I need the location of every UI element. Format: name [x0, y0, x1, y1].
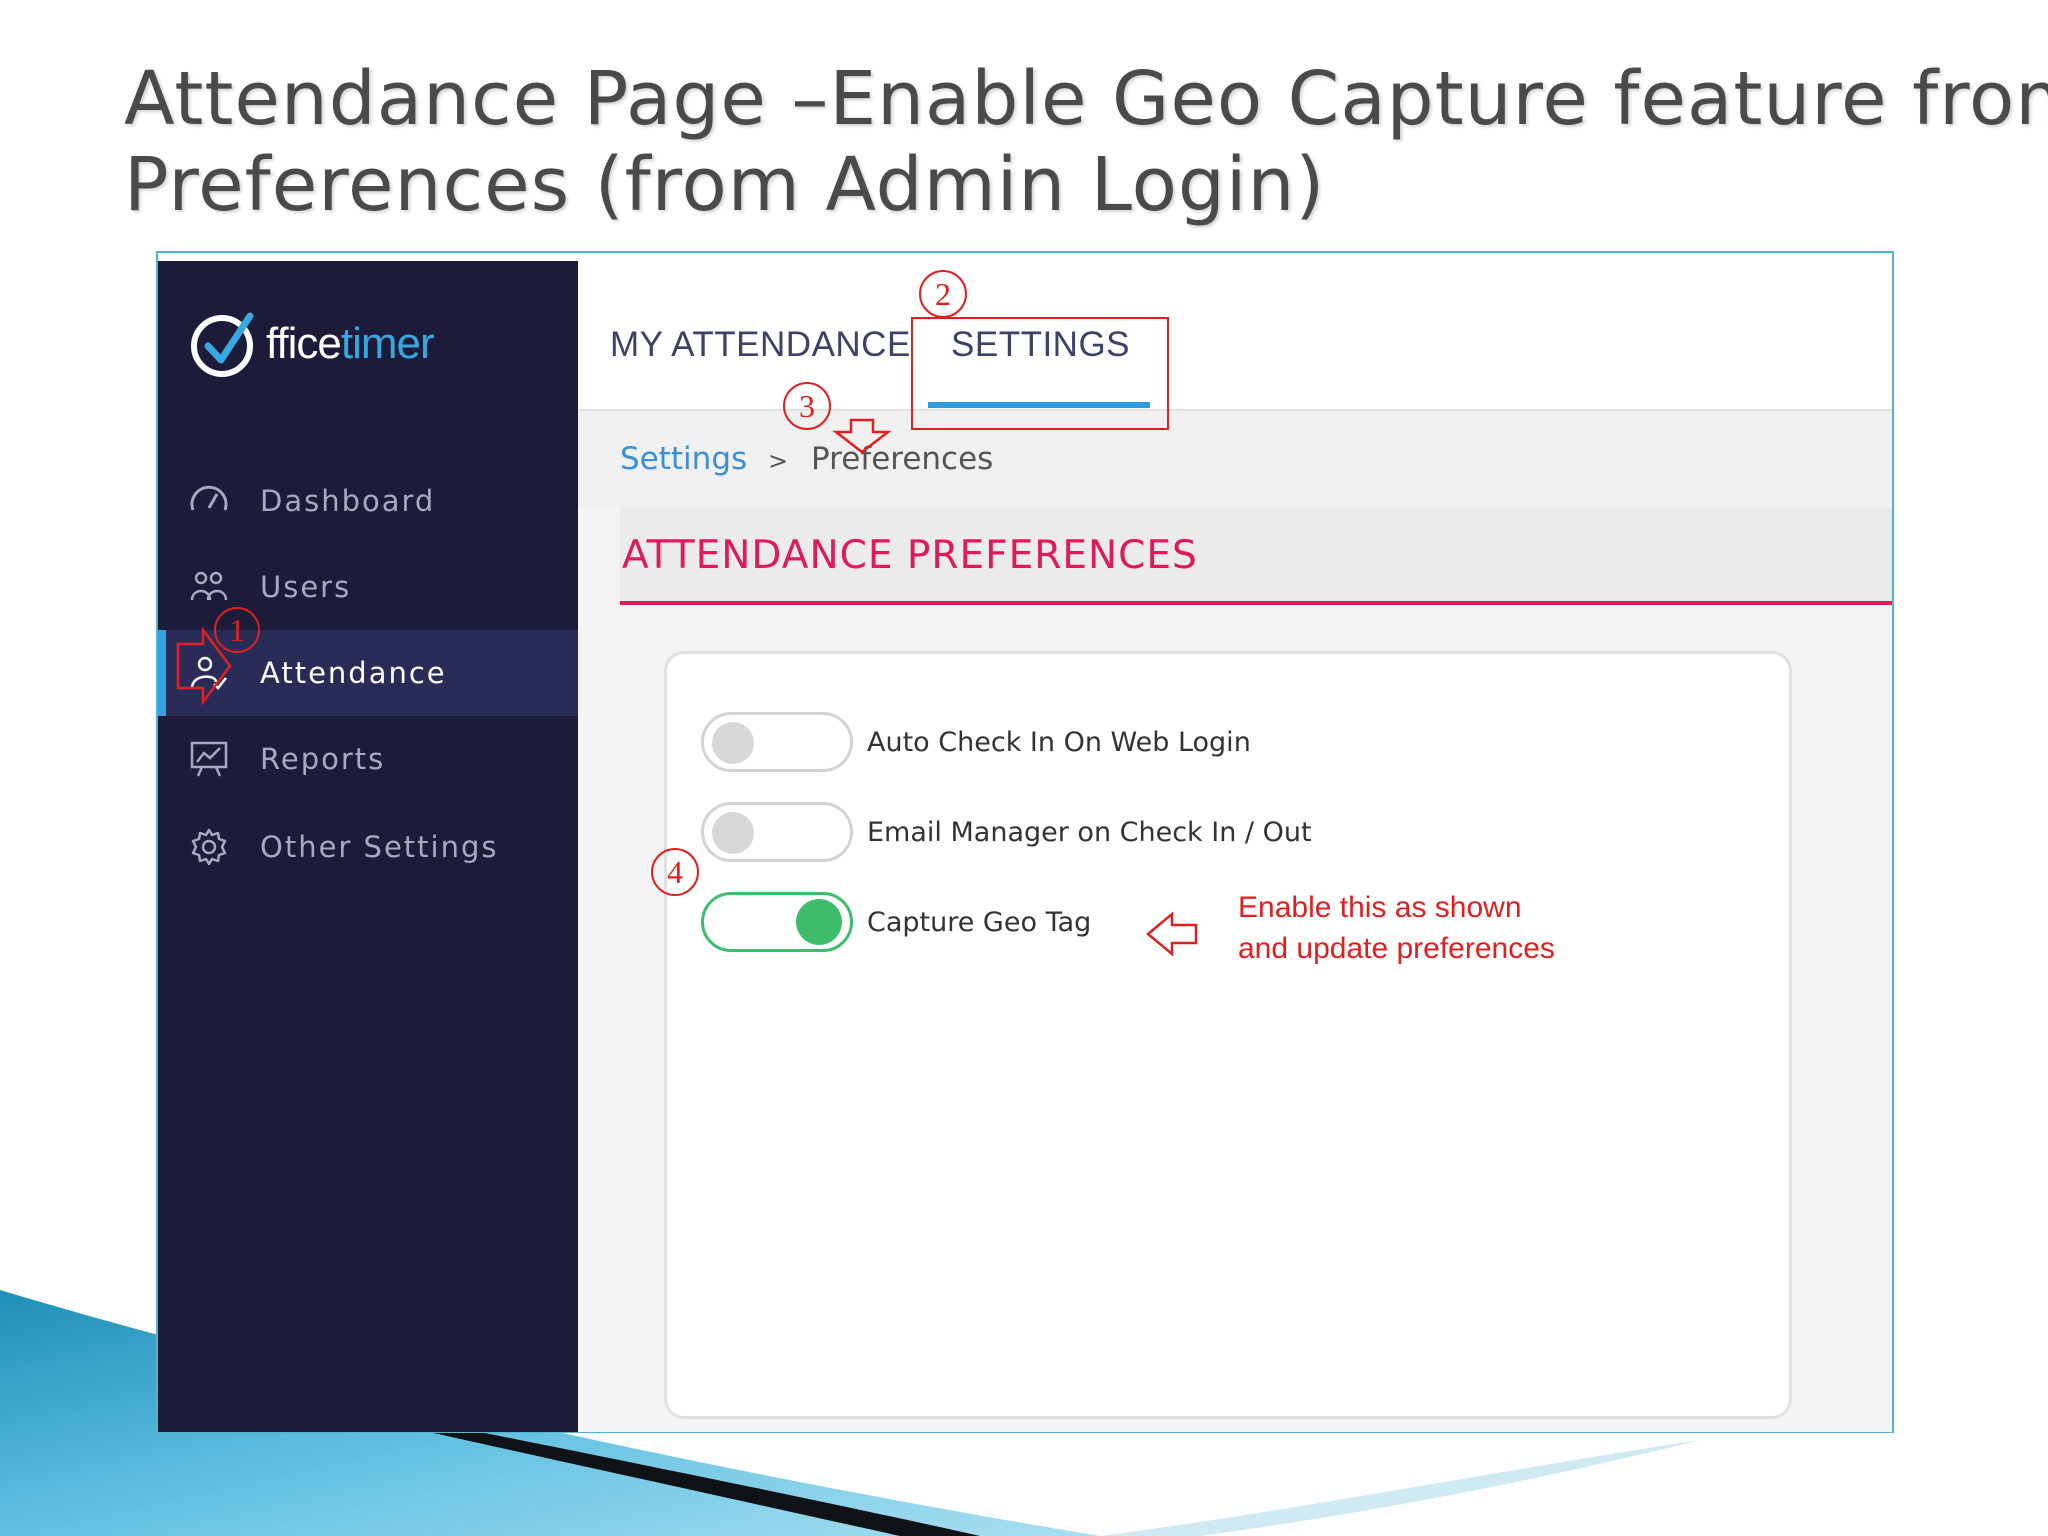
annotation-note: Enable this as shown and update preferen… — [1238, 887, 1555, 969]
toggle-knob — [712, 722, 754, 764]
main-content: MY ATTENDANCE SETTINGS Settings > Prefer… — [578, 261, 1892, 1432]
preferences-card: Auto Check In On Web Login Email Manager… — [664, 651, 1792, 1419]
auto-check-in-toggle[interactable] — [701, 712, 853, 772]
breadcrumb-link-settings[interactable]: Settings — [620, 441, 747, 477]
slide-title-line-2: Preferences (from Admin Login) — [124, 142, 1326, 228]
preference-row: Capture Geo Tag — [701, 890, 1091, 954]
gear-icon — [188, 826, 230, 868]
presentation-chart-icon — [188, 738, 230, 780]
sidebar-item-reports[interactable]: Reports — [158, 716, 578, 802]
preference-row: Email Manager on Check In / Out — [701, 800, 1312, 864]
logo-text-prefix: ffice — [266, 319, 342, 368]
sidebar-item-label: Dashboard — [260, 484, 436, 518]
section-title: ATTENDANCE PREFERENCES — [622, 533, 1198, 578]
sidebar-item-dashboard[interactable]: Dashboard — [158, 458, 578, 544]
sidebar-item-label: Users — [260, 570, 352, 604]
sidebar-item-label: Attendance — [260, 656, 447, 690]
toggle-knob — [796, 899, 842, 945]
sidebar-item-other-settings[interactable]: Other Settings — [158, 804, 578, 890]
tab-my-attendance[interactable]: MY ATTENDANCE — [610, 325, 911, 365]
slide-title-line-1: Attendance Page –Enable Geo Capture feat… — [124, 56, 2048, 142]
annotation-note-line-2: and update preferences — [1238, 932, 1555, 965]
sidebar-item-label: Other Settings — [260, 830, 499, 864]
section-header: ATTENDANCE PREFERENCES — [620, 507, 1892, 605]
sidebar-item-label: Reports — [260, 742, 386, 776]
annotation-note-line-1: Enable this as shown — [1238, 891, 1522, 924]
officetimer-check-o-icon — [191, 312, 254, 377]
app-logo[interactable]: fficetimer — [188, 309, 435, 379]
top-tab-bar: MY ATTENDANCE SETTINGS — [578, 261, 1892, 411]
users-icon — [188, 566, 230, 608]
preference-label: Capture Geo Tag — [867, 906, 1092, 938]
annotation-step-4: 4 — [651, 848, 699, 896]
speedometer-icon — [188, 480, 230, 522]
breadcrumb-current: Preferences — [811, 441, 994, 477]
capture-geo-tag-toggle[interactable] — [701, 892, 853, 952]
preference-label: Email Manager on Check In / Out — [867, 816, 1312, 848]
logo-text-accent: timer — [340, 319, 435, 368]
annotation-step-1: 1 — [214, 607, 260, 653]
logo-text: fficetimer — [266, 319, 435, 369]
user-check-icon — [188, 652, 230, 694]
email-manager-toggle[interactable] — [701, 802, 853, 862]
breadcrumb-separator: > — [768, 447, 789, 475]
toggle-knob — [712, 812, 754, 854]
annotation-highlight-box — [911, 317, 1169, 430]
slide-title: Attendance Page –Enable Geo Capture feat… — [124, 56, 2048, 228]
preference-row: Auto Check In On Web Login — [701, 710, 1251, 774]
sidebar: fficetimer Dashboard Users Attendance Re… — [158, 261, 578, 1432]
annotation-step-3: 3 — [783, 382, 831, 430]
breadcrumb: Settings > Preferences — [578, 411, 1892, 507]
annotation-step-2: 2 — [919, 270, 967, 318]
preference-label: Auto Check In On Web Login — [867, 726, 1251, 758]
